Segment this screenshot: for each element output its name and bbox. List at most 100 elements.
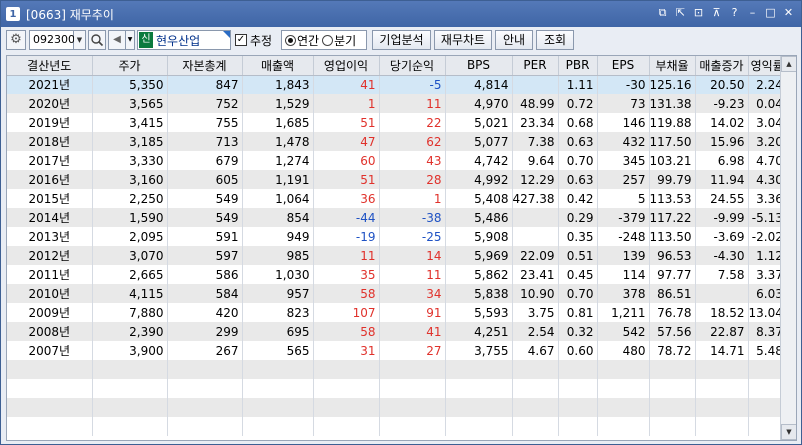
table-cell: 6.98 [695,151,749,170]
table-cell: -25 [379,227,446,246]
popout-icon[interactable]: ⇱ [674,6,687,19]
column-header[interactable]: BPS [445,56,513,76]
table-cell: 597 [167,246,243,265]
toolbar: ⚙ 092300 ▼ ◀ ▼ 신 현우산업 ✓ 추정 연간 분기 기업분석 재무… [1,28,801,52]
stock-code-input[interactable]: 092300 [29,30,75,50]
column-header[interactable]: 자본총계 [167,56,243,76]
title-bar[interactable]: 1 [0663] 재무추이 ⧉ ⇱ ⊡ ⊼ ? – □ ✕ [1,1,801,27]
search-button[interactable] [88,30,106,50]
column-header[interactable]: 영업이익 [313,56,380,76]
table-cell: 11.94 [695,170,749,189]
table-cell [512,75,559,94]
radio-annual[interactable] [285,34,296,46]
close-icon[interactable]: ✕ [782,6,795,19]
table-cell: 4,115 [92,284,168,303]
table-row[interactable]: 2014년 1,590 549 854 -44 -38 5,486 0.29 -379 117.2… [7,208,787,227]
speaker-dropdown-icon[interactable]: ▼ [126,30,135,50]
table-cell: 949 [242,227,314,246]
company-analysis-button[interactable]: 기업분석 [372,30,431,50]
table-cell: 31 [313,341,380,360]
table-cell: 985 [242,246,314,265]
table-cell: 420 [167,303,243,322]
minimize-icon[interactable]: – [746,6,759,19]
table-row[interactable]: 2016년 3,160 605 1,191 51 28 4,992 12.29 0.63 257 9… [7,170,787,189]
radio-quarterly-label: 분기 [334,33,357,48]
empty-table-row[interactable] [7,398,787,417]
table-cell [92,398,168,417]
column-header[interactable]: EPS [597,56,650,76]
financial-chart-button[interactable]: 재무차트 [434,30,492,50]
table-cell: 11 [313,246,380,265]
radio-quarterly[interactable] [322,34,334,46]
table-cell: 0.35 [558,227,598,246]
table-cell [167,379,243,398]
table-cell: 15.96 [695,132,749,151]
table-cell: 114 [597,265,650,284]
financial-data-grid: 결산년도 주가 자본총계 매출액 영업이익 당기순익 BPS PER PBR EPS 부채율 매출증가… [6,55,797,441]
table-row[interactable]: 2013년 2,095 591 949 -19 -25 5,908 0.35 -248 113.5… [7,227,787,246]
table-row[interactable]: 2017년 3,330 679 1,274 60 43 4,742 9.64 0.70 345 10… [7,151,787,170]
help-icon[interactable]: ? [728,6,741,19]
table-cell: 7,880 [92,303,168,322]
scroll-down-icon[interactable]: ▼ [781,424,796,440]
column-header[interactable]: 당기순익 [379,56,446,76]
table-row[interactable]: 2007년 3,900 267 565 31 27 3,755 4.67 0.60 480 78.7… [7,341,787,360]
table-cell: 97.77 [649,265,696,284]
table-row[interactable]: 2010년 4,115 584 957 58 34 5,838 10.90 0.70 378 86.… [7,284,787,303]
speaker-icon[interactable]: ◀ [108,30,126,50]
table-cell [167,417,243,436]
table-row[interactable]: 2021년 5,350 847 1,843 41 -5 4,814 1.11 -30 125.16… [7,75,787,94]
table-cell [379,360,446,379]
table-row[interactable]: 2019년 3,415 755 1,685 51 22 5,021 23.34 0.68 146 1… [7,113,787,132]
table-cell: 107 [313,303,380,322]
table-cell [379,379,446,398]
table-row[interactable]: 2015년 2,250 549 1,064 36 1 5,408 427.38 0.42 5 113… [7,189,787,208]
table-cell: 24.55 [695,189,749,208]
table-cell: 22 [379,113,446,132]
column-header[interactable]: 매출증가 [695,56,749,76]
table-cell: 2011년 [7,265,93,284]
guide-button[interactable]: 안내 [495,30,533,50]
checkbox-checked-icon[interactable]: ✓ [235,34,247,46]
maximize-icon[interactable]: □ [764,6,777,19]
column-header[interactable]: PER [512,56,559,76]
empty-table-row[interactable] [7,417,787,436]
link-window-icon[interactable]: ⧉ [656,6,669,19]
empty-table-row[interactable] [7,379,787,398]
table-row[interactable]: 2012년 3,070 597 985 11 14 5,969 22.09 0.51 139 96.… [7,246,787,265]
stock-code-dropdown-icon[interactable]: ▼ [74,30,86,50]
pin-icon[interactable]: ⊼ [710,6,723,19]
table-cell: 10.90 [512,284,559,303]
restore-layout-icon[interactable]: ⊡ [692,6,705,19]
vertical-scrollbar[interactable]: ▲ ▼ [780,56,796,440]
column-header[interactable]: 매출액 [242,56,314,76]
settings-gear-icon[interactable]: ⚙ [6,30,26,50]
table-row[interactable]: 2009년 7,880 420 823 107 91 5,593 3.75 0.81 1,211 7… [7,303,787,322]
table-cell: 22.09 [512,246,559,265]
stock-name-field[interactable]: 신 현우산업 [137,30,231,50]
table-cell: 1,274 [242,151,314,170]
estimate-checkbox[interactable]: ✓ 추정 [235,30,272,50]
table-cell [695,379,749,398]
column-header[interactable]: 주가 [92,56,168,76]
table-row[interactable]: 2018년 3,185 713 1,478 47 62 5,077 7.38 0.63 432 11… [7,132,787,151]
query-button[interactable]: 조회 [536,30,574,50]
table-cell: 4,970 [445,94,513,113]
table-row[interactable]: 2020년 3,565 752 1,529 1 11 4,970 48.99 0.72 73 131… [7,94,787,113]
table-cell: 4,251 [445,322,513,341]
table-row[interactable]: 2011년 2,665 586 1,030 35 11 5,862 23.41 0.45 114 9… [7,265,787,284]
table-cell: 0.63 [558,170,598,189]
column-header[interactable]: 부채율 [649,56,696,76]
table-row[interactable]: 2008년 2,390 299 695 58 41 4,251 2.54 0.32 542 57.5… [7,322,787,341]
column-header[interactable]: 결산년도 [7,56,93,76]
table-cell: 22.87 [695,322,749,341]
table-cell [313,379,380,398]
empty-table-row[interactable] [7,360,787,379]
search-icon [91,34,104,47]
table-cell: 3,160 [92,170,168,189]
table-cell: 549 [167,208,243,227]
scroll-up-icon[interactable]: ▲ [781,56,796,72]
table-cell: 2016년 [7,170,93,189]
table-cell: 9.64 [512,151,559,170]
column-header[interactable]: PBR [558,56,598,76]
